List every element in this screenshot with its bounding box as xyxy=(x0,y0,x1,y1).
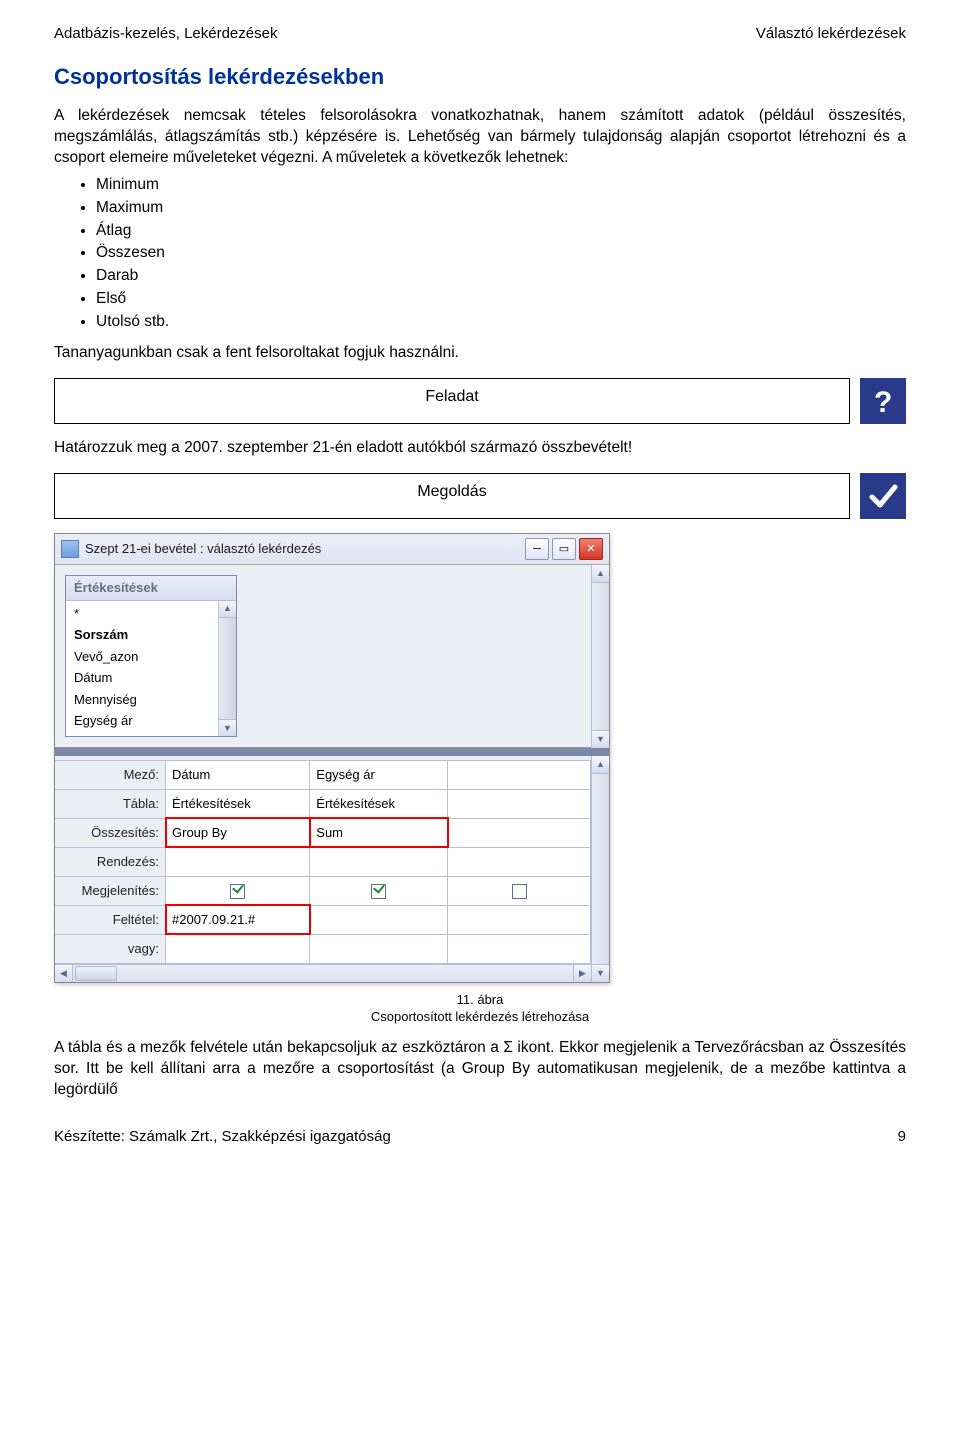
grid-cell[interactable] xyxy=(448,760,591,789)
note-paragraph: Tananyagunkban csak a fent felsoroltakat… xyxy=(54,343,906,364)
checkbox-checked-icon[interactable] xyxy=(371,884,386,899)
svg-text:?: ? xyxy=(874,386,892,418)
grid-cell-sum[interactable]: Sum xyxy=(310,818,448,847)
grid-cell[interactable] xyxy=(310,905,448,934)
footer-page-number: 9 xyxy=(898,1127,906,1147)
maximize-button[interactable]: ▭ xyxy=(552,538,576,560)
grid-cell[interactable]: Egység ár xyxy=(310,760,448,789)
footer-left: Készítette: Számalk Zrt., Szakképzési ig… xyxy=(54,1127,391,1147)
minimize-button[interactable]: ─ xyxy=(525,538,549,560)
grid-cell-show[interactable] xyxy=(166,876,310,905)
scroll-left-icon[interactable]: ◀ xyxy=(55,965,73,982)
task-label-box: Feladat xyxy=(54,378,850,424)
checkbox-icon[interactable] xyxy=(512,884,527,899)
scroll-up-icon[interactable]: ▲ xyxy=(592,756,609,774)
grid-label-tabla: Tábla: xyxy=(55,789,166,818)
list-item: Átlag xyxy=(96,221,906,242)
grid-h-scrollbar[interactable]: ◀ ▶ xyxy=(55,964,591,982)
header-left: Adatbázis-kezelés, Lekérdezések xyxy=(54,24,277,44)
list-item: Maximum xyxy=(96,198,906,219)
window-icon xyxy=(61,540,79,558)
grid-cell-groupby[interactable]: Group By xyxy=(166,818,310,847)
scroll-up-icon[interactable]: ▲ xyxy=(219,601,236,618)
list-item: Darab xyxy=(96,266,906,287)
grid-cell[interactable]: Értékesítések xyxy=(166,789,310,818)
grid-label-feltetel: Feltétel: xyxy=(55,905,166,934)
task-row: Feladat ? xyxy=(54,378,906,424)
upper-pane-scrollbar[interactable]: ▲ ▼ xyxy=(591,565,609,748)
grid-cell[interactable] xyxy=(448,818,591,847)
page-footer: Készítette: Számalk Zrt., Szakképzési ig… xyxy=(54,1127,906,1147)
scrollbar-thumb[interactable] xyxy=(75,966,117,981)
header-right: Választó lekérdezések xyxy=(756,24,906,44)
grid-cell[interactable] xyxy=(448,789,591,818)
grid-cell[interactable] xyxy=(166,934,310,963)
scroll-down-icon[interactable]: ▼ xyxy=(592,730,609,748)
pane-splitter[interactable] xyxy=(55,748,609,756)
design-grid[interactable]: Mező: Dátum Egység ár Tábla: Értékesítés… xyxy=(55,756,591,982)
list-item: Minimum xyxy=(96,175,906,196)
grid-label-mezo: Mező: xyxy=(55,760,166,789)
grid-label-osszesites: Összesítés: xyxy=(55,818,166,847)
solution-row: Megoldás xyxy=(54,473,906,519)
grid-label-rendezes: Rendezés: xyxy=(55,847,166,876)
fieldlist-scrollbar[interactable]: ▲ ▼ xyxy=(218,601,236,736)
figure-number: 11. ábra xyxy=(457,992,504,1007)
list-item: Összesen xyxy=(96,243,906,264)
field-item[interactable]: Egység ár xyxy=(74,710,210,732)
check-icon xyxy=(860,473,906,519)
table-fieldlist[interactable]: Értékesítések * Sorszám Vevő_azon Dátum … xyxy=(65,575,237,737)
close-button[interactable]: ✕ xyxy=(579,538,603,560)
query-designer-window: Szept 21-ei bevétel : választó lekérdezé… xyxy=(54,533,610,983)
figure-text: Csoportosított lekérdezés létrehozása xyxy=(371,1009,589,1024)
list-item: Utolsó stb. xyxy=(96,312,906,333)
checkbox-checked-icon[interactable] xyxy=(230,884,245,899)
list-item: Első xyxy=(96,289,906,310)
scroll-down-icon[interactable]: ▼ xyxy=(592,964,609,982)
section-title: Csoportosítás lekérdezésekben xyxy=(54,62,906,92)
grid-cell[interactable] xyxy=(166,847,310,876)
grid-cell-criteria[interactable]: #2007.09.21.# xyxy=(166,905,310,934)
grid-cell[interactable] xyxy=(448,905,591,934)
page-header: Adatbázis-kezelés, Lekérdezések Választó… xyxy=(54,24,906,44)
grid-cell[interactable] xyxy=(448,934,591,963)
window-title: Szept 21-ei bevétel : választó lekérdezé… xyxy=(85,540,522,558)
field-list[interactable]: * Sorszám Vevő_azon Dátum Mennyiség Egys… xyxy=(66,601,218,736)
grid-cell[interactable]: Dátum xyxy=(166,760,310,789)
field-item[interactable]: Dátum xyxy=(74,667,210,689)
grid-cell[interactable]: Értékesítések xyxy=(310,789,448,818)
intro-paragraph: A lekérdezések nemcsak tételes felsorolá… xyxy=(54,106,906,169)
grid-v-scrollbar[interactable]: ▲ ▼ xyxy=(591,756,609,982)
grid-cell-show[interactable] xyxy=(448,876,591,905)
task-description: Határozzuk meg a 2007. szeptember 21-én … xyxy=(54,438,906,459)
window-titlebar[interactable]: Szept 21-ei bevétel : választó lekérdezé… xyxy=(55,534,609,565)
scroll-up-icon[interactable]: ▲ xyxy=(592,565,609,583)
scroll-right-icon[interactable]: ▶ xyxy=(573,965,591,982)
operations-list: Minimum Maximum Átlag Összesen Darab Els… xyxy=(54,175,906,333)
solution-label-box: Megoldás xyxy=(54,473,850,519)
field-item[interactable]: Vevő_azon xyxy=(74,646,210,668)
scroll-down-icon[interactable]: ▼ xyxy=(219,719,236,736)
grid-cell-show[interactable] xyxy=(310,876,448,905)
figure-caption: 11. ábra Csoportosított lekérdezés létre… xyxy=(54,991,906,1026)
closing-paragraph: A tábla és a mezők felvétele után bekapc… xyxy=(54,1038,906,1101)
question-icon: ? xyxy=(860,378,906,424)
field-item[interactable]: * xyxy=(74,603,210,625)
field-item[interactable]: Mennyiség xyxy=(74,689,210,711)
grid-cell[interactable] xyxy=(310,934,448,963)
grid-label-megjelenites: Megjelenítés: xyxy=(55,876,166,905)
grid-cell[interactable] xyxy=(448,847,591,876)
field-item[interactable]: Sorszám xyxy=(74,624,210,646)
table-name: Értékesítések xyxy=(66,576,236,601)
grid-cell[interactable] xyxy=(310,847,448,876)
grid-label-vagy: vagy: xyxy=(55,934,166,963)
